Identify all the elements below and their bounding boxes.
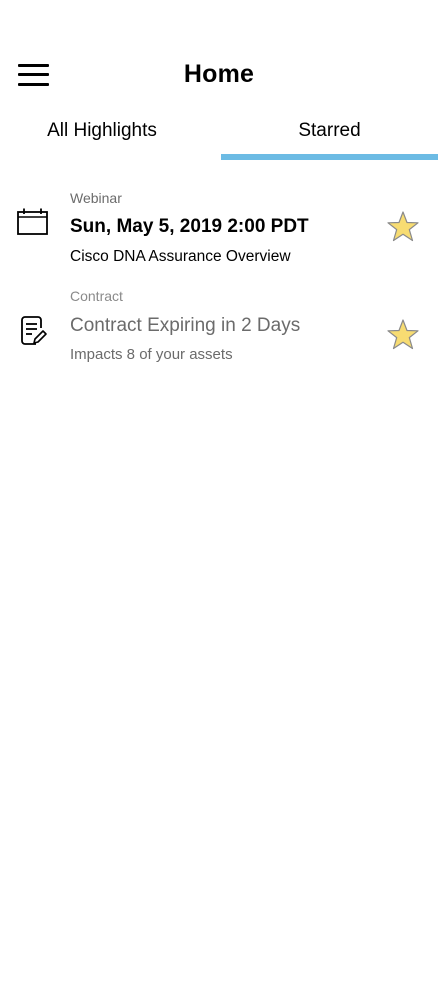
highlights-list: Webinar Sun, May 5, 2019 2:00 PDT Cisco …: [0, 180, 438, 380]
page-title: Home: [183, 60, 255, 88]
item-headline: Sun, May 5, 2019 2:00 PDT: [70, 216, 309, 237]
list-item-contract[interactable]: Contract Contract Expiring in 2 Days Imp…: [0, 280, 438, 380]
tab-bar: All Highlights Starred: [0, 110, 438, 162]
star-icon[interactable]: [386, 318, 420, 352]
contract-edit-icon: [21, 316, 47, 345]
app-root: Home All Highlights Starred Webinar Sun,…: [0, 0, 438, 984]
star-icon[interactable]: [386, 210, 420, 244]
item-category: Webinar: [70, 190, 122, 206]
item-headline: Contract Expiring in 2 Days: [70, 315, 301, 336]
item-category: Contract: [70, 288, 123, 304]
list-item-webinar[interactable]: Webinar Sun, May 5, 2019 2:00 PDT Cisco …: [0, 180, 438, 280]
item-detail: Impacts 8 of your assets: [70, 346, 233, 363]
tab-all-highlights[interactable]: All Highlights: [0, 110, 220, 162]
item-detail: Cisco DNA Assurance Overview: [70, 248, 291, 265]
header: Home: [0, 0, 438, 110]
calendar-icon: [17, 208, 48, 235]
active-tab-indicator: [221, 154, 438, 160]
